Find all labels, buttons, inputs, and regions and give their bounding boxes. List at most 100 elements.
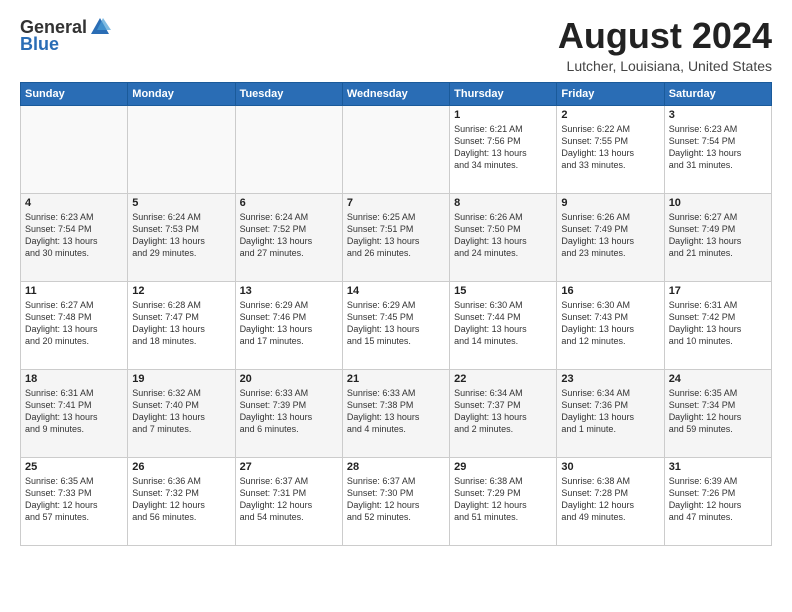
- calendar-day-16: 16Sunrise: 6:30 AM Sunset: 7:43 PM Dayli…: [557, 281, 664, 369]
- calendar-day-27: 27 Sunrise: 6:37 AM Sunset: 7:31 PM Dayli…: [235, 457, 342, 545]
- day-content: Sunrise: 6:33 AM Sunset: 7:39 PM Dayligh…: [240, 387, 338, 436]
- calendar-day-26: 26 Sunrise: 6:36 AM Sunset: 7:32 PM Dayli…: [128, 457, 235, 545]
- calendar-day-empty: [342, 105, 449, 193]
- day-number: 21: [347, 373, 445, 385]
- day-content: Sunrise: 6:27 AM Sunset: 7:49 PM Dayligh…: [669, 211, 767, 260]
- day-content: Sunrise: 6:35 AM Sunset: 7:34 PM Dayligh…: [669, 387, 767, 436]
- day-number: 25: [25, 461, 123, 473]
- calendar-day-30: 30 Sunrise: 6:38 AM Sunset: 7:28 PM Dayli…: [557, 457, 664, 545]
- calendar-day-empty: [21, 105, 128, 193]
- day-number: 26: [132, 461, 230, 473]
- day-number: 29: [454, 461, 552, 473]
- day-content: Sunrise: 6:39 AM Sunset: 7:26 PM Dayligh…: [669, 475, 767, 524]
- day-number: 9: [561, 197, 659, 209]
- calendar-day-13: 13Sunrise: 6:29 AM Sunset: 7:46 PM Dayli…: [235, 281, 342, 369]
- logo-icon: [89, 16, 111, 38]
- day-number: 12: [132, 285, 230, 297]
- calendar-day-20: 20 Sunrise: 6:33 AM Sunset: 7:39 PM Dayli…: [235, 369, 342, 457]
- calendar-day-19: 19 Sunrise: 6:32 AM Sunset: 7:40 PM Dayli…: [128, 369, 235, 457]
- day-content: Sunrise: 6:29 AM Sunset: 7:45 PM Dayligh…: [347, 299, 445, 348]
- day-number: 22: [454, 373, 552, 385]
- calendar-day-14: 14 Sunrise: 6:29 AM Sunset: 7:45 PM Dayli…: [342, 281, 449, 369]
- day-content: Sunrise: 6:26 AM Sunset: 7:50 PM Dayligh…: [454, 211, 552, 260]
- day-content: Sunrise: 6:38 AM Sunset: 7:28 PM Dayligh…: [561, 475, 659, 524]
- day-number: 20: [240, 373, 338, 385]
- calendar-week-row: 25 Sunrise: 6:35 AM Sunset: 7:33 PM Dayli…: [21, 457, 772, 545]
- weekday-header-tuesday: Tuesday: [235, 82, 342, 105]
- day-number: 8: [454, 197, 552, 209]
- calendar-week-row: 1Sunrise: 6:21 AM Sunset: 7:56 PM Daylig…: [21, 105, 772, 193]
- day-content: Sunrise: 6:35 AM Sunset: 7:33 PM Dayligh…: [25, 475, 123, 524]
- calendar-day-28: 28 Sunrise: 6:37 AM Sunset: 7:30 PM Dayli…: [342, 457, 449, 545]
- day-number: 15: [454, 285, 552, 297]
- day-content: Sunrise: 6:24 AM Sunset: 7:52 PM Dayligh…: [240, 211, 338, 260]
- day-number: 31: [669, 461, 767, 473]
- day-number: 10: [669, 197, 767, 209]
- day-content: Sunrise: 6:30 AM Sunset: 7:44 PM Dayligh…: [454, 299, 552, 348]
- day-number: 2: [561, 109, 659, 121]
- day-number: 30: [561, 461, 659, 473]
- weekday-header-saturday: Saturday: [664, 82, 771, 105]
- day-number: 27: [240, 461, 338, 473]
- day-content: Sunrise: 6:25 AM Sunset: 7:51 PM Dayligh…: [347, 211, 445, 260]
- day-number: 17: [669, 285, 767, 297]
- calendar-day-21: 21Sunrise: 6:33 AM Sunset: 7:38 PM Dayli…: [342, 369, 449, 457]
- day-content: Sunrise: 6:36 AM Sunset: 7:32 PM Dayligh…: [132, 475, 230, 524]
- day-number: 7: [347, 197, 445, 209]
- day-number: 23: [561, 373, 659, 385]
- calendar-week-row: 11Sunrise: 6:27 AM Sunset: 7:48 PM Dayli…: [21, 281, 772, 369]
- day-content: Sunrise: 6:34 AM Sunset: 7:36 PM Dayligh…: [561, 387, 659, 436]
- calendar-day-10: 10 Sunrise: 6:27 AM Sunset: 7:49 PM Dayli…: [664, 193, 771, 281]
- day-content: Sunrise: 6:32 AM Sunset: 7:40 PM Dayligh…: [132, 387, 230, 436]
- day-number: 6: [240, 197, 338, 209]
- calendar-day-empty: [128, 105, 235, 193]
- logo-blue-text: Blue: [20, 34, 59, 54]
- weekday-header-wednesday: Wednesday: [342, 82, 449, 105]
- calendar-day-4: 4 Sunrise: 6:23 AM Sunset: 7:54 PM Daylig…: [21, 193, 128, 281]
- day-number: 24: [669, 373, 767, 385]
- day-content: Sunrise: 6:23 AM Sunset: 7:54 PM Dayligh…: [669, 123, 767, 172]
- calendar-day-3: 3Sunrise: 6:23 AM Sunset: 7:54 PM Daylig…: [664, 105, 771, 193]
- day-content: Sunrise: 6:22 AM Sunset: 7:55 PM Dayligh…: [561, 123, 659, 172]
- day-content: Sunrise: 6:29 AM Sunset: 7:46 PM Dayligh…: [240, 299, 338, 348]
- calendar-day-23: 23 Sunrise: 6:34 AM Sunset: 7:36 PM Dayli…: [557, 369, 664, 457]
- weekday-header-sunday: Sunday: [21, 82, 128, 105]
- day-content: Sunrise: 6:24 AM Sunset: 7:53 PM Dayligh…: [132, 211, 230, 260]
- day-content: Sunrise: 6:30 AM Sunset: 7:43 PM Dayligh…: [561, 299, 659, 348]
- calendar-day-31: 31 Sunrise: 6:39 AM Sunset: 7:26 PM Dayli…: [664, 457, 771, 545]
- day-content: Sunrise: 6:37 AM Sunset: 7:31 PM Dayligh…: [240, 475, 338, 524]
- day-content: Sunrise: 6:37 AM Sunset: 7:30 PM Dayligh…: [347, 475, 445, 524]
- calendar-day-8: 8 Sunrise: 6:26 AM Sunset: 7:50 PM Daylig…: [450, 193, 557, 281]
- logo: General Blue: [20, 16, 111, 55]
- day-content: Sunrise: 6:31 AM Sunset: 7:42 PM Dayligh…: [669, 299, 767, 348]
- day-content: Sunrise: 6:31 AM Sunset: 7:41 PM Dayligh…: [25, 387, 123, 436]
- calendar-day-12: 12 Sunrise: 6:28 AM Sunset: 7:47 PM Dayli…: [128, 281, 235, 369]
- calendar-day-empty: [235, 105, 342, 193]
- calendar-day-1: 1Sunrise: 6:21 AM Sunset: 7:56 PM Daylig…: [450, 105, 557, 193]
- day-number: 19: [132, 373, 230, 385]
- calendar-day-5: 5Sunrise: 6:24 AM Sunset: 7:53 PM Daylig…: [128, 193, 235, 281]
- day-content: Sunrise: 6:34 AM Sunset: 7:37 PM Dayligh…: [454, 387, 552, 436]
- day-number: 4: [25, 197, 123, 209]
- day-content: Sunrise: 6:38 AM Sunset: 7:29 PM Dayligh…: [454, 475, 552, 524]
- header: General Blue August 2024 Lutcher, Louisi…: [20, 16, 772, 74]
- calendar-day-18: 18Sunrise: 6:31 AM Sunset: 7:41 PM Dayli…: [21, 369, 128, 457]
- title-location: Lutcher, Louisiana, United States: [558, 58, 772, 74]
- calendar-day-9: 9 Sunrise: 6:26 AM Sunset: 7:49 PM Daylig…: [557, 193, 664, 281]
- calendar-day-22: 22 Sunrise: 6:34 AM Sunset: 7:37 PM Dayli…: [450, 369, 557, 457]
- day-content: Sunrise: 6:23 AM Sunset: 7:54 PM Dayligh…: [25, 211, 123, 260]
- calendar-day-2: 2 Sunrise: 6:22 AM Sunset: 7:55 PM Daylig…: [557, 105, 664, 193]
- title-block: August 2024 Lutcher, Louisiana, United S…: [558, 16, 772, 74]
- day-content: Sunrise: 6:26 AM Sunset: 7:49 PM Dayligh…: [561, 211, 659, 260]
- calendar-day-29: 29 Sunrise: 6:38 AM Sunset: 7:29 PM Dayli…: [450, 457, 557, 545]
- calendar-day-17: 17 Sunrise: 6:31 AM Sunset: 7:42 PM Dayli…: [664, 281, 771, 369]
- weekday-header-monday: Monday: [128, 82, 235, 105]
- day-content: Sunrise: 6:28 AM Sunset: 7:47 PM Dayligh…: [132, 299, 230, 348]
- calendar-day-25: 25 Sunrise: 6:35 AM Sunset: 7:33 PM Dayli…: [21, 457, 128, 545]
- calendar-table: SundayMondayTuesdayWednesdayThursdayFrid…: [20, 82, 772, 546]
- weekday-header-row: SundayMondayTuesdayWednesdayThursdayFrid…: [21, 82, 772, 105]
- day-number: 14: [347, 285, 445, 297]
- calendar-week-row: 4 Sunrise: 6:23 AM Sunset: 7:54 PM Daylig…: [21, 193, 772, 281]
- day-content: Sunrise: 6:21 AM Sunset: 7:56 PM Dayligh…: [454, 123, 552, 172]
- day-number: 28: [347, 461, 445, 473]
